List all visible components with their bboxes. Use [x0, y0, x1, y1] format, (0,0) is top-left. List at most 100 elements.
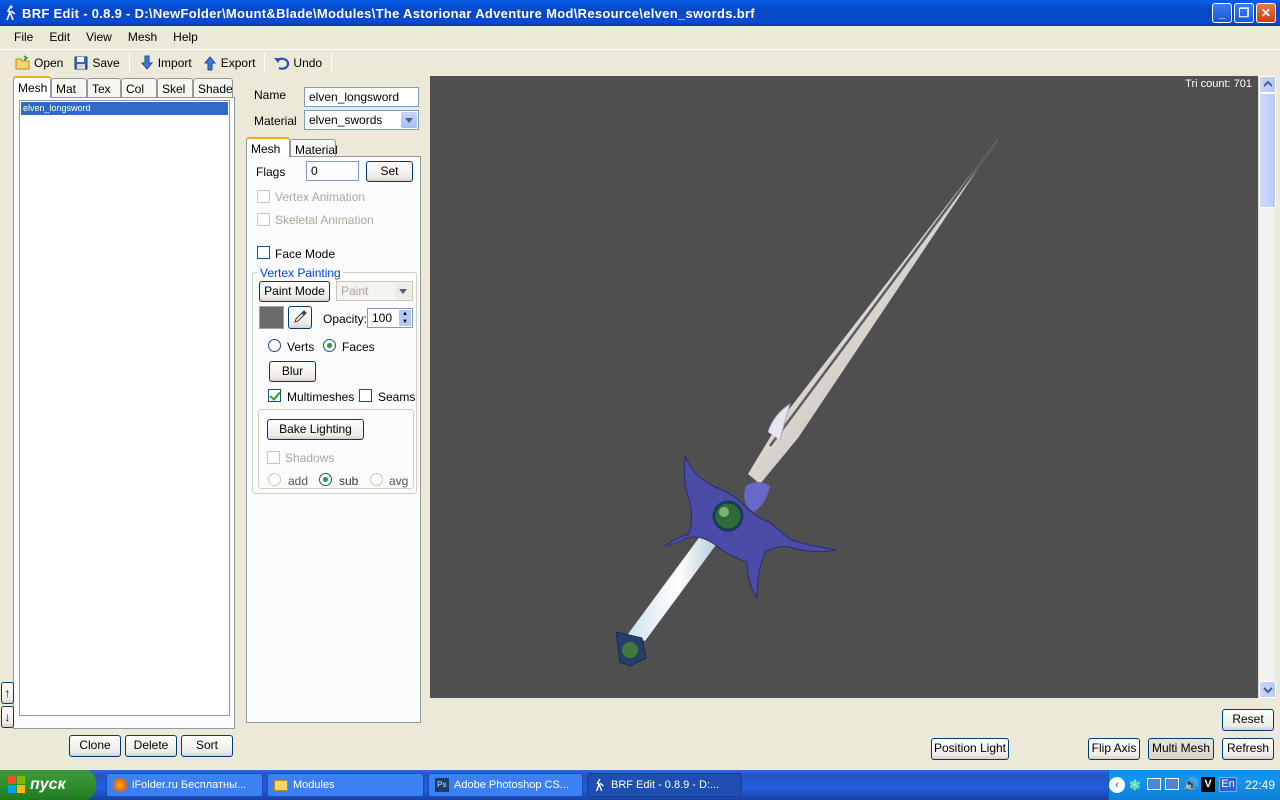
paint-color-fill: [260, 307, 283, 328]
folder-icon: [274, 779, 288, 791]
undo-button[interactable]: Undo: [269, 55, 327, 71]
color-picker-button[interactable]: [288, 306, 312, 329]
spin-down-icon[interactable]: ▼: [399, 318, 411, 326]
tab-mat[interactable]: Mat: [51, 78, 87, 98]
paint-mode-button[interactable]: Paint Mode: [259, 281, 330, 302]
import-button[interactable]: Import: [134, 55, 197, 71]
faces-radio[interactable]: [323, 339, 336, 352]
start-button[interactable]: пуск: [0, 770, 96, 800]
menu-view[interactable]: View: [78, 30, 120, 44]
multimeshes-label: Multimeshes: [287, 390, 355, 404]
v-app-icon[interactable]: V: [1201, 777, 1215, 792]
spin-up-icon[interactable]: ▲: [399, 310, 411, 318]
set-button[interactable]: Set: [366, 161, 413, 182]
tab-mesh[interactable]: Mesh: [13, 76, 51, 98]
flip-axis-button[interactable]: Flip Axis: [1088, 738, 1140, 760]
refresh-button[interactable]: Refresh: [1222, 738, 1274, 760]
viewport-scrollbar[interactable]: [1258, 76, 1276, 698]
pommel-gem: [622, 642, 638, 658]
tab-mesh-props[interactable]: Mesh: [246, 137, 290, 157]
paint-color-swatch[interactable]: [259, 306, 284, 329]
opacity-spinner[interactable]: 100 ▲ ▼: [367, 308, 413, 328]
gem-highlight: [719, 507, 729, 517]
photoshop-icon: Ps: [435, 778, 449, 792]
firefox-icon: [113, 778, 127, 792]
language-indicator[interactable]: En: [1219, 777, 1237, 792]
minimize-button[interactable]: _: [1212, 3, 1232, 23]
multi-mesh-button[interactable]: Multi Mesh: [1148, 738, 1214, 760]
menu-edit[interactable]: Edit: [41, 30, 78, 44]
close-button[interactable]: ✕: [1256, 3, 1276, 23]
tab-shader[interactable]: Shader: [193, 78, 233, 98]
3d-viewport[interactable]: Tri count: 701: [430, 76, 1258, 698]
seams-checkbox[interactable]: [359, 389, 372, 402]
scroll-up-button[interactable]: [1259, 76, 1276, 93]
faces-label: Faces: [342, 340, 375, 354]
chevron-down-icon[interactable]: [401, 112, 417, 128]
network-icon[interactable]: [1165, 778, 1179, 790]
name-input[interactable]: elven_longsword: [304, 87, 419, 107]
menu-mesh[interactable]: Mesh: [120, 30, 165, 44]
open-folder-icon: [15, 54, 30, 69]
maximize-button[interactable]: ❐: [1234, 3, 1254, 23]
material-label: Material: [254, 114, 297, 128]
chevron-down-icon: [1263, 687, 1273, 694]
material-combo[interactable]: elven_swords: [304, 110, 419, 130]
verts-radio[interactable]: [268, 339, 281, 352]
arrow-down-icon: [140, 55, 153, 70]
scroll-thumb[interactable]: [1259, 93, 1276, 208]
open-button[interactable]: Open: [10, 54, 68, 71]
verts-label: Verts: [287, 340, 315, 354]
app-icon: [595, 778, 604, 792]
delete-button[interactable]: Delete: [125, 735, 177, 757]
position-light-button[interactable]: Position Light: [931, 738, 1009, 760]
menu-file[interactable]: File: [6, 30, 41, 44]
reset-button[interactable]: Reset: [1222, 709, 1274, 731]
skeletal-animation-checkbox[interactable]: [257, 213, 270, 226]
add-radio[interactable]: [268, 473, 281, 486]
network-icon[interactable]: [1147, 778, 1161, 790]
chevron-left-icon[interactable]: ‹: [1109, 777, 1125, 793]
move-down-button[interactable]: ↓: [1, 706, 14, 728]
tab-skel[interactable]: Skel: [157, 78, 193, 98]
bake-lighting-button[interactable]: Bake Lighting: [267, 419, 364, 440]
sort-button[interactable]: Sort: [181, 735, 233, 757]
volume-icon[interactable]: 🔊: [1183, 777, 1199, 793]
menu-help[interactable]: Help: [165, 30, 206, 44]
clone-button[interactable]: Clone: [69, 735, 121, 757]
move-up-button[interactable]: ↑: [1, 682, 14, 704]
minimize-icon: _: [1218, 6, 1226, 20]
flags-input[interactable]: 0: [306, 161, 359, 181]
app-icon: [6, 5, 16, 21]
chevron-down-icon[interactable]: [395, 283, 411, 299]
close-icon: ✕: [1260, 6, 1272, 20]
taskbar-item-brf-edit[interactable]: BRF Edit - 0.8.9 - D:...: [587, 773, 742, 797]
tab-tex[interactable]: Tex: [87, 78, 121, 98]
taskbar-item-firefox[interactable]: iFolder.ru Бесплатны...: [106, 773, 263, 797]
tray-app-icon[interactable]: ❃: [1129, 777, 1141, 794]
list-item[interactable]: elven_longsword: [21, 102, 228, 115]
paint-select[interactable]: Paint: [336, 281, 413, 301]
save-button[interactable]: Save: [68, 55, 124, 71]
multimeshes-checkbox[interactable]: [268, 389, 281, 402]
undo-icon: [274, 57, 290, 70]
face-mode-checkbox[interactable]: [257, 246, 270, 259]
mesh-list[interactable]: elven_longsword: [19, 100, 230, 716]
arrow-up-icon: [203, 55, 216, 70]
scroll-down-button[interactable]: [1259, 681, 1276, 698]
clock: 22:49: [1245, 778, 1276, 792]
export-button[interactable]: Export: [197, 55, 261, 71]
avg-radio[interactable]: [370, 473, 383, 486]
menu-bar: File Edit View Mesh Help: [0, 26, 1280, 48]
avg-label: avg: [389, 474, 409, 488]
title-bar[interactable]: BRF Edit - 0.8.9 - D:\NewFolder\Mount&Bl…: [0, 0, 1280, 26]
blur-button[interactable]: Blur: [269, 361, 316, 382]
sub-radio[interactable]: [319, 473, 332, 486]
crossguard-gem: [712, 500, 744, 532]
shadows-checkbox[interactable]: [267, 451, 280, 464]
tab-material-props[interactable]: Material: [290, 139, 338, 157]
vertex-animation-checkbox[interactable]: [257, 190, 270, 203]
taskbar-item-photoshop[interactable]: Ps Adobe Photoshop CS...: [428, 773, 583, 797]
tab-col[interactable]: Col: [121, 78, 157, 98]
taskbar-item-modules[interactable]: Modules: [267, 773, 424, 797]
